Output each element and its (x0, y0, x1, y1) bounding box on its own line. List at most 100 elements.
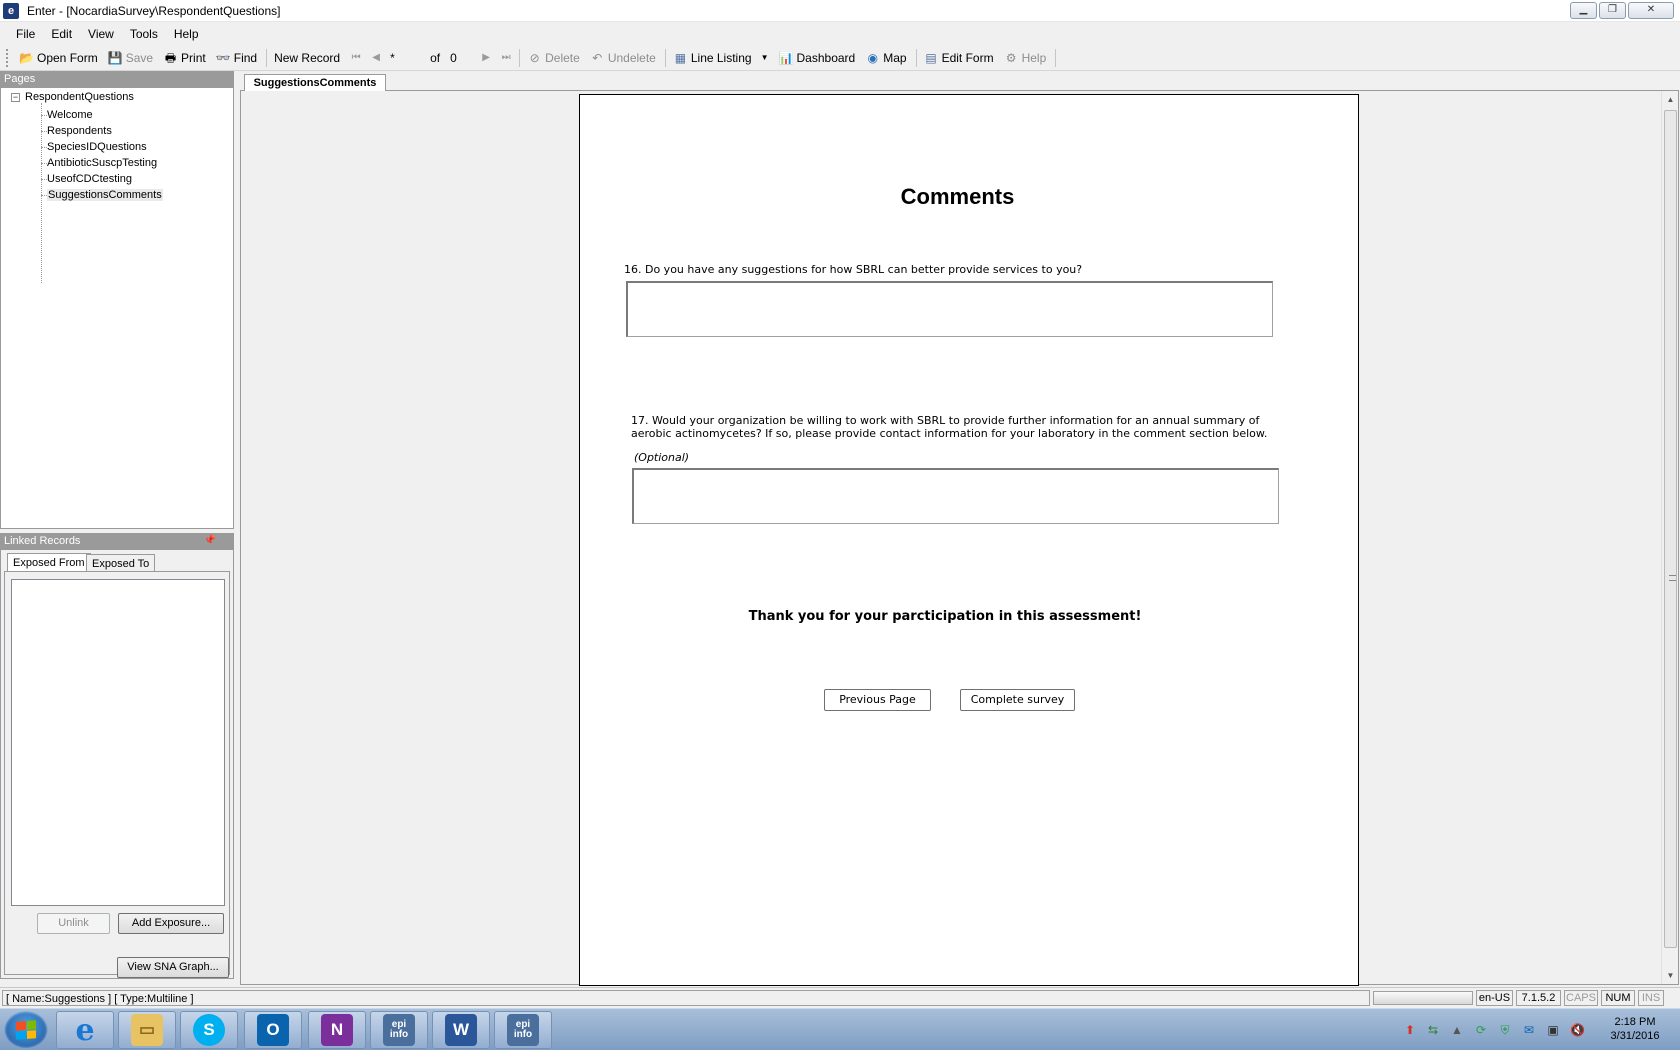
ins-indicator: INS (1638, 990, 1664, 1006)
suggestions-textarea[interactable] (626, 281, 1273, 337)
pages-tree: − RespondentQuestions Welcome Respondent… (0, 87, 234, 529)
tree-item-welcome[interactable]: Welcome (37, 107, 163, 123)
add-exposure-button[interactable]: Add Exposure... (118, 913, 224, 934)
form-title: Comments (900, 184, 1015, 209)
thank-you-message: Thank you for your parcticipation in thi… (748, 609, 1142, 624)
vertical-scrollbar[interactable]: ▲ ▼ (1661, 91, 1678, 984)
tree-root[interactable]: − RespondentQuestions (11, 91, 134, 103)
binoculars-icon: 👓 (215, 50, 231, 65)
unlink-button[interactable]: Unlink (37, 913, 110, 934)
update-icon[interactable]: ⬆ (1403, 1023, 1417, 1037)
dashboard-button[interactable]: 📊 Dashboard (775, 47, 862, 69)
word-icon: W (445, 1014, 477, 1046)
save-label: Save (125, 50, 154, 65)
last-record-icon[interactable]: ⏭ (496, 52, 516, 63)
sync-icon[interactable]: ⟳ (1474, 1023, 1488, 1037)
undelete-button[interactable]: ↶ Undelete (586, 47, 662, 69)
close-button[interactable]: ✕ (1628, 2, 1674, 19)
restore-button[interactable]: ❐ (1599, 2, 1626, 19)
menu-view[interactable]: View (80, 27, 122, 41)
linked-records-list[interactable] (11, 579, 225, 906)
dropdown-arrow-icon[interactable]: ▼ (761, 53, 769, 62)
find-button[interactable]: 👓 Find (212, 47, 263, 69)
tree-item-respondents[interactable]: Respondents (37, 123, 163, 139)
open-form-label: Open Form (37, 50, 98, 65)
minimize-button[interactable]: ▁ (1570, 2, 1597, 19)
clock[interactable]: 2:18 PM 3/31/2016 (1600, 1015, 1670, 1043)
new-record-button[interactable]: New Record (270, 47, 346, 69)
form-page (579, 94, 1359, 986)
map-button[interactable]: ◉ Map (861, 47, 912, 69)
windows-logo-icon (16, 1020, 36, 1040)
linked-records-panel: Exposed From Exposed To Unlink Add Expos… (0, 549, 234, 979)
line-listing-button[interactable]: ▦ Line Listing ▼ (669, 47, 775, 69)
tree-item-use-of-cdc-testing[interactable]: UseofCDCtesting (37, 171, 163, 187)
open-form-button[interactable]: 📂 Open Form (15, 47, 104, 69)
security-icon[interactable]: ⛨ (1498, 1023, 1512, 1037)
map-label: Map (883, 50, 907, 65)
tree-item-antibiotic-suscp-testing[interactable]: AntibioticSuscpTesting (37, 155, 163, 171)
first-record-icon[interactable]: ⏮ (346, 52, 366, 63)
delete-button[interactable]: ⊘ Delete (523, 47, 586, 69)
pin-icon[interactable]: 📌 (204, 533, 216, 549)
scrollbar-grip (1669, 575, 1676, 581)
clock-date: 3/31/2016 (1610, 1030, 1660, 1042)
optional-label: (Optional) (634, 451, 690, 464)
toolbar-grip (6, 48, 9, 67)
save-icon: 💾 (107, 50, 123, 65)
taskbar-epi-info[interactable]: epi info (370, 1011, 428, 1049)
taskbar-outlook[interactable]: O (244, 1011, 302, 1049)
taskbar-skype[interactable]: S (180, 1011, 238, 1049)
save-button[interactable]: 💾 Save (104, 47, 159, 69)
linked-records-header: Linked Records 📌 (0, 533, 234, 549)
printer-icon: 🖶 (164, 50, 177, 65)
tab-suggestions-comments[interactable]: SuggestionsComments (244, 74, 386, 91)
progress-bar (1373, 991, 1473, 1005)
display-icon[interactable]: ▣ (1546, 1023, 1560, 1037)
delete-label: Delete (545, 50, 580, 65)
help-button[interactable]: ⚙ Help (1000, 47, 1053, 69)
record-count: 0 (450, 50, 457, 65)
toolbar-separator (266, 48, 268, 67)
previous-record-icon[interactable]: ◀ (366, 52, 386, 63)
taskbar-epi-info-2[interactable]: epi info (494, 1011, 552, 1049)
volume-muted-icon[interactable]: 🔇 (1570, 1023, 1585, 1037)
line-listing-label: Line Listing (690, 50, 752, 65)
tree-item-suggestions-comments[interactable]: SuggestionsComments (37, 187, 163, 203)
menu-help[interactable]: Help (166, 27, 207, 41)
linked-records-title: Linked Records (4, 535, 81, 547)
version-indicator: 7.1.5.2 (1516, 990, 1561, 1006)
taskbar: e ▭ S O N epi info W epi info ⬆ ⇆ ▲ ⟳ ⛨ … (0, 1008, 1680, 1050)
scroll-up-icon[interactable]: ▲ (1662, 91, 1679, 108)
collapse-icon[interactable]: − (11, 92, 20, 102)
tree-item-label: SpeciesIDQuestions (47, 141, 147, 153)
start-button[interactable] (4, 1011, 48, 1049)
taskbar-word[interactable]: W (432, 1011, 490, 1049)
contact-info-textarea[interactable] (632, 468, 1279, 524)
next-record-icon[interactable]: ▶ (476, 52, 496, 63)
view-sna-graph-button[interactable]: View SNA Graph... (117, 957, 229, 978)
edit-form-button[interactable]: ▤ Edit Form (920, 47, 1000, 69)
tree-item-label: SuggestionsComments (47, 189, 163, 201)
tree-item-label: Welcome (47, 109, 93, 121)
menu-tools[interactable]: Tools (122, 27, 166, 41)
complete-survey-button[interactable]: Complete survey (960, 689, 1075, 711)
tree-item-species-id-questions[interactable]: SpeciesIDQuestions (37, 139, 163, 155)
menu-file[interactable]: File (8, 27, 43, 41)
outlook-tray-icon[interactable]: ✉ (1522, 1023, 1536, 1037)
scrollbar-thumb[interactable] (1664, 110, 1677, 948)
scroll-down-icon[interactable]: ▼ (1662, 967, 1679, 984)
previous-page-button[interactable]: Previous Page (824, 689, 931, 711)
taskbar-onenote[interactable]: N (308, 1011, 366, 1049)
record-number-field[interactable]: * (386, 49, 426, 67)
print-button[interactable]: 🖶 Print (159, 47, 212, 69)
globe-icon: ◉ (867, 50, 878, 65)
menu-edit[interactable]: Edit (43, 27, 80, 41)
show-hidden-icon[interactable]: ▲ (1450, 1023, 1464, 1037)
network-icon[interactable]: ⇆ (1426, 1023, 1440, 1037)
caps-indicator: CAPS (1564, 990, 1598, 1006)
taskbar-file-explorer[interactable]: ▭ (118, 1011, 176, 1049)
grid-icon: ▦ (674, 50, 687, 65)
taskbar-internet-explorer[interactable]: e (56, 1011, 114, 1049)
toolbar: 📂 Open Form 💾 Save 🖶 Print 👓 Find New Record… (0, 45, 1680, 71)
